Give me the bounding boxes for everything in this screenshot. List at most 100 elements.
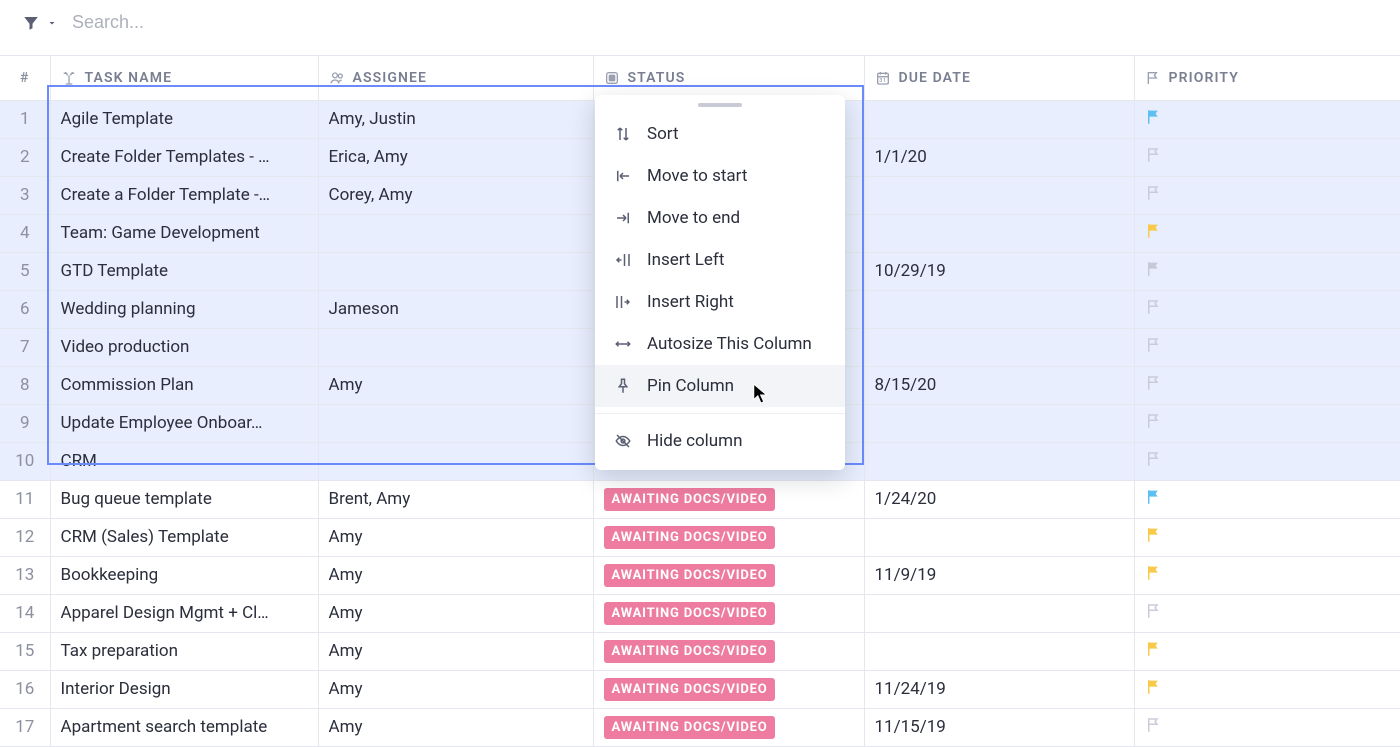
cell-assignee[interactable]: Erica, Amy (318, 138, 593, 176)
cell-task-name[interactable]: Team: Game Development (50, 214, 318, 252)
cell-due-date[interactable] (864, 442, 1134, 480)
cell-assignee[interactable]: Corey, Amy (318, 176, 593, 214)
cell-assignee[interactable]: Amy (318, 594, 593, 632)
cell-task-name[interactable]: Tax preparation (50, 632, 318, 670)
col-status[interactable]: STATUS (593, 56, 864, 100)
row-number[interactable]: 11 (0, 480, 50, 518)
cell-status[interactable]: AWAITING DOCS/VIDEO (593, 670, 864, 708)
row-number[interactable]: 1 (0, 100, 50, 138)
cell-task-name[interactable]: Bug queue template (50, 480, 318, 518)
row-number[interactable]: 7 (0, 328, 50, 366)
cell-priority[interactable] (1134, 670, 1400, 708)
cell-task-name[interactable]: Apartment search template (50, 708, 318, 746)
cell-assignee[interactable]: Jameson (318, 290, 593, 328)
row-number[interactable]: 9 (0, 404, 50, 442)
cell-due-date[interactable] (864, 100, 1134, 138)
cell-due-date[interactable] (864, 290, 1134, 328)
cell-task-name[interactable]: Interior Design (50, 670, 318, 708)
col-assignee[interactable]: ASSIGNEE (318, 56, 593, 100)
row-number[interactable]: 17 (0, 708, 50, 746)
cell-assignee[interactable]: Amy, Justin (318, 100, 593, 138)
cell-due-date[interactable]: 8/15/20 (864, 366, 1134, 404)
row-number[interactable]: 3 (0, 176, 50, 214)
cell-due-date[interactable]: 11/15/19 (864, 708, 1134, 746)
cell-status[interactable]: AWAITING DOCS/VIDEO (593, 518, 864, 556)
table-row[interactable]: 12CRM (Sales) TemplateAmyAWAITING DOCS/V… (0, 518, 1400, 556)
cell-priority[interactable] (1134, 328, 1400, 366)
cell-priority[interactable] (1134, 252, 1400, 290)
filter-icon[interactable] (22, 14, 40, 32)
table-row[interactable]: 13BookkeepingAmyAWAITING DOCS/VIDEO11/9/… (0, 556, 1400, 594)
cell-status[interactable]: AWAITING DOCS/VIDEO (593, 556, 864, 594)
cell-status[interactable]: AWAITING DOCS/VIDEO (593, 594, 864, 632)
table-row[interactable]: 16Interior DesignAmyAWAITING DOCS/VIDEO1… (0, 670, 1400, 708)
cell-task-name[interactable]: Commission Plan (50, 366, 318, 404)
cell-task-name[interactable]: Bookkeeping (50, 556, 318, 594)
cell-priority[interactable] (1134, 518, 1400, 556)
cell-assignee[interactable] (318, 442, 593, 480)
menu-autosize[interactable]: Autosize This Column (595, 323, 845, 365)
cell-due-date[interactable]: 11/24/19 (864, 670, 1134, 708)
cell-priority[interactable] (1134, 290, 1400, 328)
cell-assignee[interactable]: Amy (318, 632, 593, 670)
cell-due-date[interactable] (864, 404, 1134, 442)
menu-insert-left[interactable]: Insert Left (595, 239, 845, 281)
cell-assignee[interactable]: Brent, Amy (318, 480, 593, 518)
cell-task-name[interactable]: Video production (50, 328, 318, 366)
search-input[interactable] (64, 8, 464, 37)
menu-sort[interactable]: Sort (595, 113, 845, 155)
cell-due-date[interactable] (864, 594, 1134, 632)
cell-due-date[interactable] (864, 176, 1134, 214)
cell-priority[interactable] (1134, 594, 1400, 632)
cell-priority[interactable] (1134, 442, 1400, 480)
cell-status[interactable]: AWAITING DOCS/VIDEO (593, 480, 864, 518)
cell-priority[interactable] (1134, 404, 1400, 442)
table-row[interactable]: 11Bug queue templateBrent, AmyAWAITING D… (0, 480, 1400, 518)
cell-priority[interactable] (1134, 214, 1400, 252)
menu-move-start[interactable]: Move to start (595, 155, 845, 197)
row-number[interactable]: 2 (0, 138, 50, 176)
cell-priority[interactable] (1134, 366, 1400, 404)
col-due-date[interactable]: 31 DUE DATE (864, 56, 1134, 100)
row-number[interactable]: 5 (0, 252, 50, 290)
cell-assignee[interactable]: Amy (318, 518, 593, 556)
cell-task-name[interactable]: Apparel Design Mgmt + Cl… (50, 594, 318, 632)
row-number[interactable]: 12 (0, 518, 50, 556)
cell-due-date[interactable] (864, 632, 1134, 670)
cell-assignee[interactable] (318, 404, 593, 442)
cell-status[interactable]: AWAITING DOCS/VIDEO (593, 708, 864, 746)
cell-due-date[interactable]: 10/29/19 (864, 252, 1134, 290)
cell-task-name[interactable]: CRM (50, 442, 318, 480)
col-task-name[interactable]: TASK NAME (50, 56, 318, 100)
cell-task-name[interactable]: Wedding planning (50, 290, 318, 328)
cell-assignee[interactable]: Amy (318, 670, 593, 708)
row-number[interactable]: 16 (0, 670, 50, 708)
cell-task-name[interactable]: Agile Template (50, 100, 318, 138)
cell-priority[interactable] (1134, 176, 1400, 214)
menu-move-end[interactable]: Move to end (595, 197, 845, 239)
cell-priority[interactable] (1134, 708, 1400, 746)
table-row[interactable]: 17Apartment search templateAmyAWAITING D… (0, 708, 1400, 746)
cell-task-name[interactable]: Create a Folder Template -… (50, 176, 318, 214)
cell-task-name[interactable]: GTD Template (50, 252, 318, 290)
cell-priority[interactable] (1134, 480, 1400, 518)
row-number[interactable]: 4 (0, 214, 50, 252)
cell-priority[interactable] (1134, 632, 1400, 670)
cell-priority[interactable] (1134, 138, 1400, 176)
cell-due-date[interactable] (864, 214, 1134, 252)
cell-due-date[interactable]: 1/1/20 (864, 138, 1134, 176)
cell-assignee[interactable] (318, 328, 593, 366)
col-number[interactable]: # (0, 56, 50, 100)
row-number[interactable]: 14 (0, 594, 50, 632)
cell-assignee[interactable] (318, 252, 593, 290)
cell-assignee[interactable]: Amy (318, 708, 593, 746)
menu-pin-column[interactable]: Pin Column (595, 365, 845, 407)
cell-priority[interactable] (1134, 556, 1400, 594)
row-number[interactable]: 8 (0, 366, 50, 404)
row-number[interactable]: 15 (0, 632, 50, 670)
cell-due-date[interactable] (864, 518, 1134, 556)
menu-insert-right[interactable]: Insert Right (595, 281, 845, 323)
cell-status[interactable]: AWAITING DOCS/VIDEO (593, 632, 864, 670)
row-number[interactable]: 13 (0, 556, 50, 594)
cell-due-date[interactable] (864, 328, 1134, 366)
